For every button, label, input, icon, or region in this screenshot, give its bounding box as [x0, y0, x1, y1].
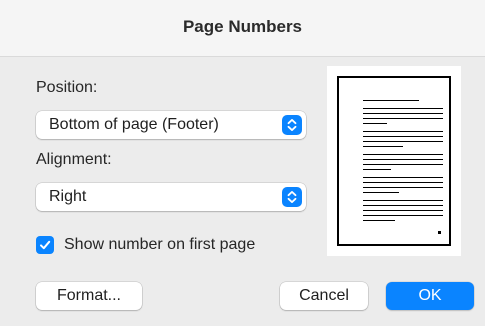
position-popup[interactable]: Bottom of page (Footer): [36, 111, 306, 139]
page-numbers-dialog: Page Numbers Position: Bottom of page (F…: [0, 0, 485, 326]
show-number-first-page-label: Show number on first page: [64, 236, 256, 253]
checkmark-icon: [40, 240, 51, 250]
dialog-title: Page Numbers: [182, 17, 303, 36]
alignment-label: Alignment:: [36, 151, 112, 168]
preview-text-line: [363, 215, 443, 216]
preview-text-line: [363, 220, 395, 221]
preview-text-line: [363, 113, 443, 114]
preview-text-line: [363, 100, 419, 101]
preview-page-number-marker: [438, 231, 441, 234]
preview-text-line: [363, 177, 443, 178]
show-number-first-page-checkbox[interactable]: [36, 236, 54, 254]
title-bar: Page Numbers: [0, 0, 485, 57]
preview-text-line: [363, 192, 399, 193]
format-button[interactable]: Format...: [36, 282, 142, 310]
preview-text-line: [363, 131, 443, 132]
preview-text-line: [363, 187, 443, 188]
position-label: Position:: [36, 79, 98, 96]
preview-text-line: [363, 164, 443, 165]
preview-text-line: [363, 154, 443, 155]
preview-text-line: [363, 205, 443, 206]
cancel-button[interactable]: Cancel: [280, 282, 368, 310]
preview-text-line: [363, 141, 443, 142]
alignment-popup[interactable]: Right: [36, 183, 306, 211]
preview-text-line: [363, 136, 443, 137]
preview-text-line: [363, 118, 443, 119]
preview-text-line: [363, 200, 443, 201]
position-selected-value: Bottom of page (Footer): [49, 116, 219, 133]
preview-text-line: [363, 210, 443, 211]
chevron-up-down-icon: [282, 115, 302, 135]
preview-text-line: [363, 169, 391, 170]
alignment-selected-value: Right: [49, 188, 87, 205]
chevron-up-down-icon: [282, 187, 302, 207]
preview-text-line: [363, 123, 387, 124]
page-preview: [327, 66, 461, 256]
preview-text-line: [363, 159, 443, 160]
preview-text-line: [363, 146, 403, 147]
show-number-first-page-option[interactable]: Show number on first page: [36, 234, 255, 256]
preview-text-line: [363, 182, 443, 183]
preview-text-line: [363, 108, 443, 109]
preview-page-thumbnail: [337, 76, 451, 246]
ok-button[interactable]: OK: [386, 282, 474, 310]
